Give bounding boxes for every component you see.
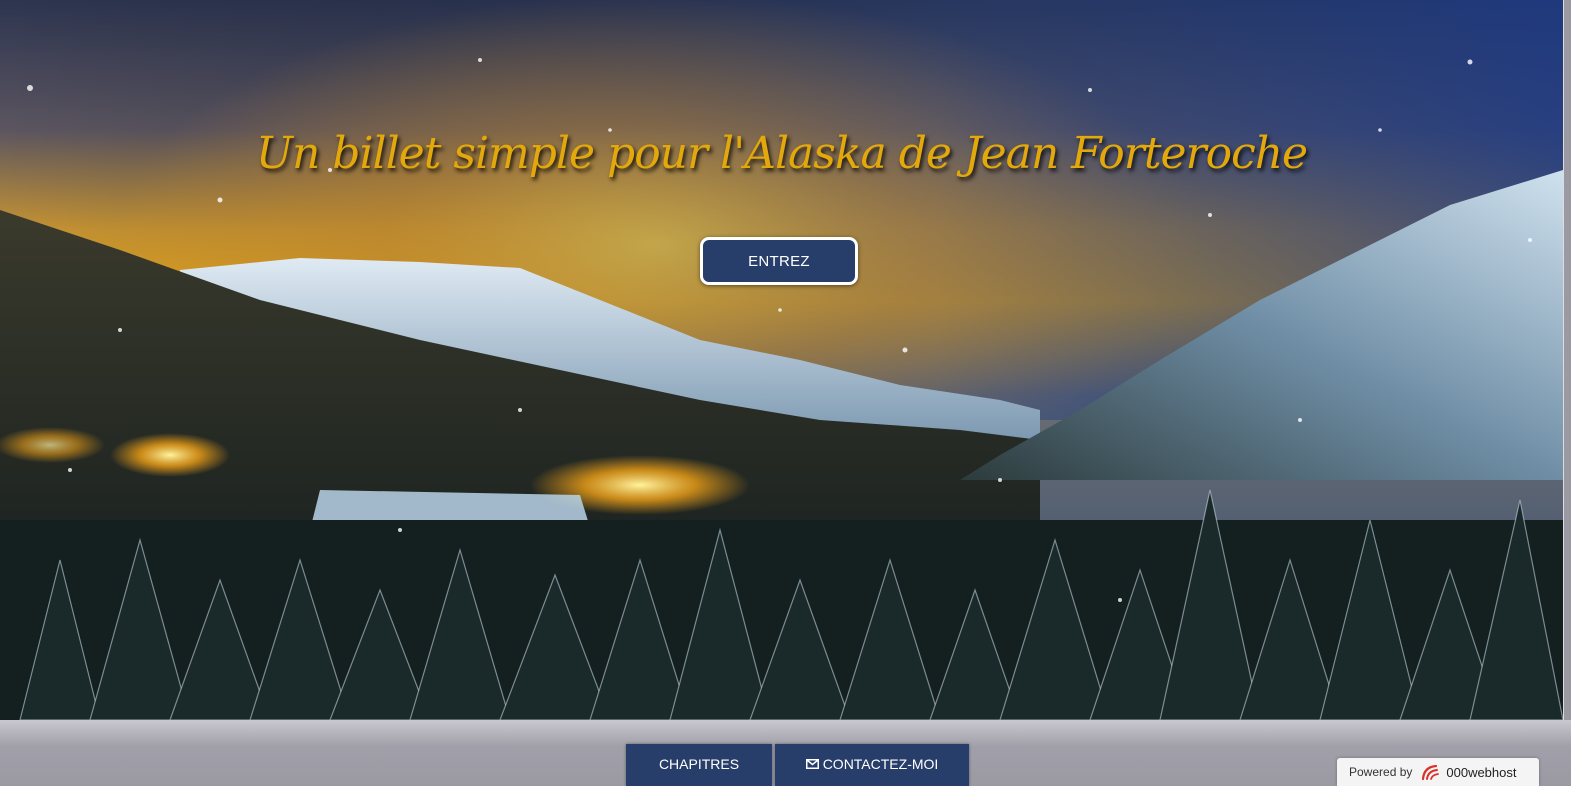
hero-section: Un billet simple pour l'Alaska de Jean F… [0, 0, 1564, 720]
nav-item-label: CONTACTEZ-MOI [822, 756, 939, 772]
page-title: Un billet simple pour l'Alaska de Jean F… [255, 128, 1308, 179]
enter-button[interactable]: ENTREZ [700, 237, 858, 285]
brand-name: 000webhost [1446, 764, 1517, 780]
nav-item-contact[interactable]: CONTACTEZ-MOI [775, 744, 969, 786]
nav-item-label: CHAPITRES [658, 756, 740, 772]
nav-item-chapitres[interactable]: CHAPITRES [626, 744, 772, 786]
envelope-icon [805, 756, 819, 772]
000webhost-logo-icon [1420, 763, 1442, 781]
powered-by-label: Powered by [1349, 765, 1413, 779]
bottom-nav: CHAPITRES CONTACTEZ-MOI [626, 744, 969, 786]
alaska-landscape-image [0, 0, 1563, 720]
powered-by-badge[interactable]: Powered by 000webhost [1337, 758, 1539, 786]
